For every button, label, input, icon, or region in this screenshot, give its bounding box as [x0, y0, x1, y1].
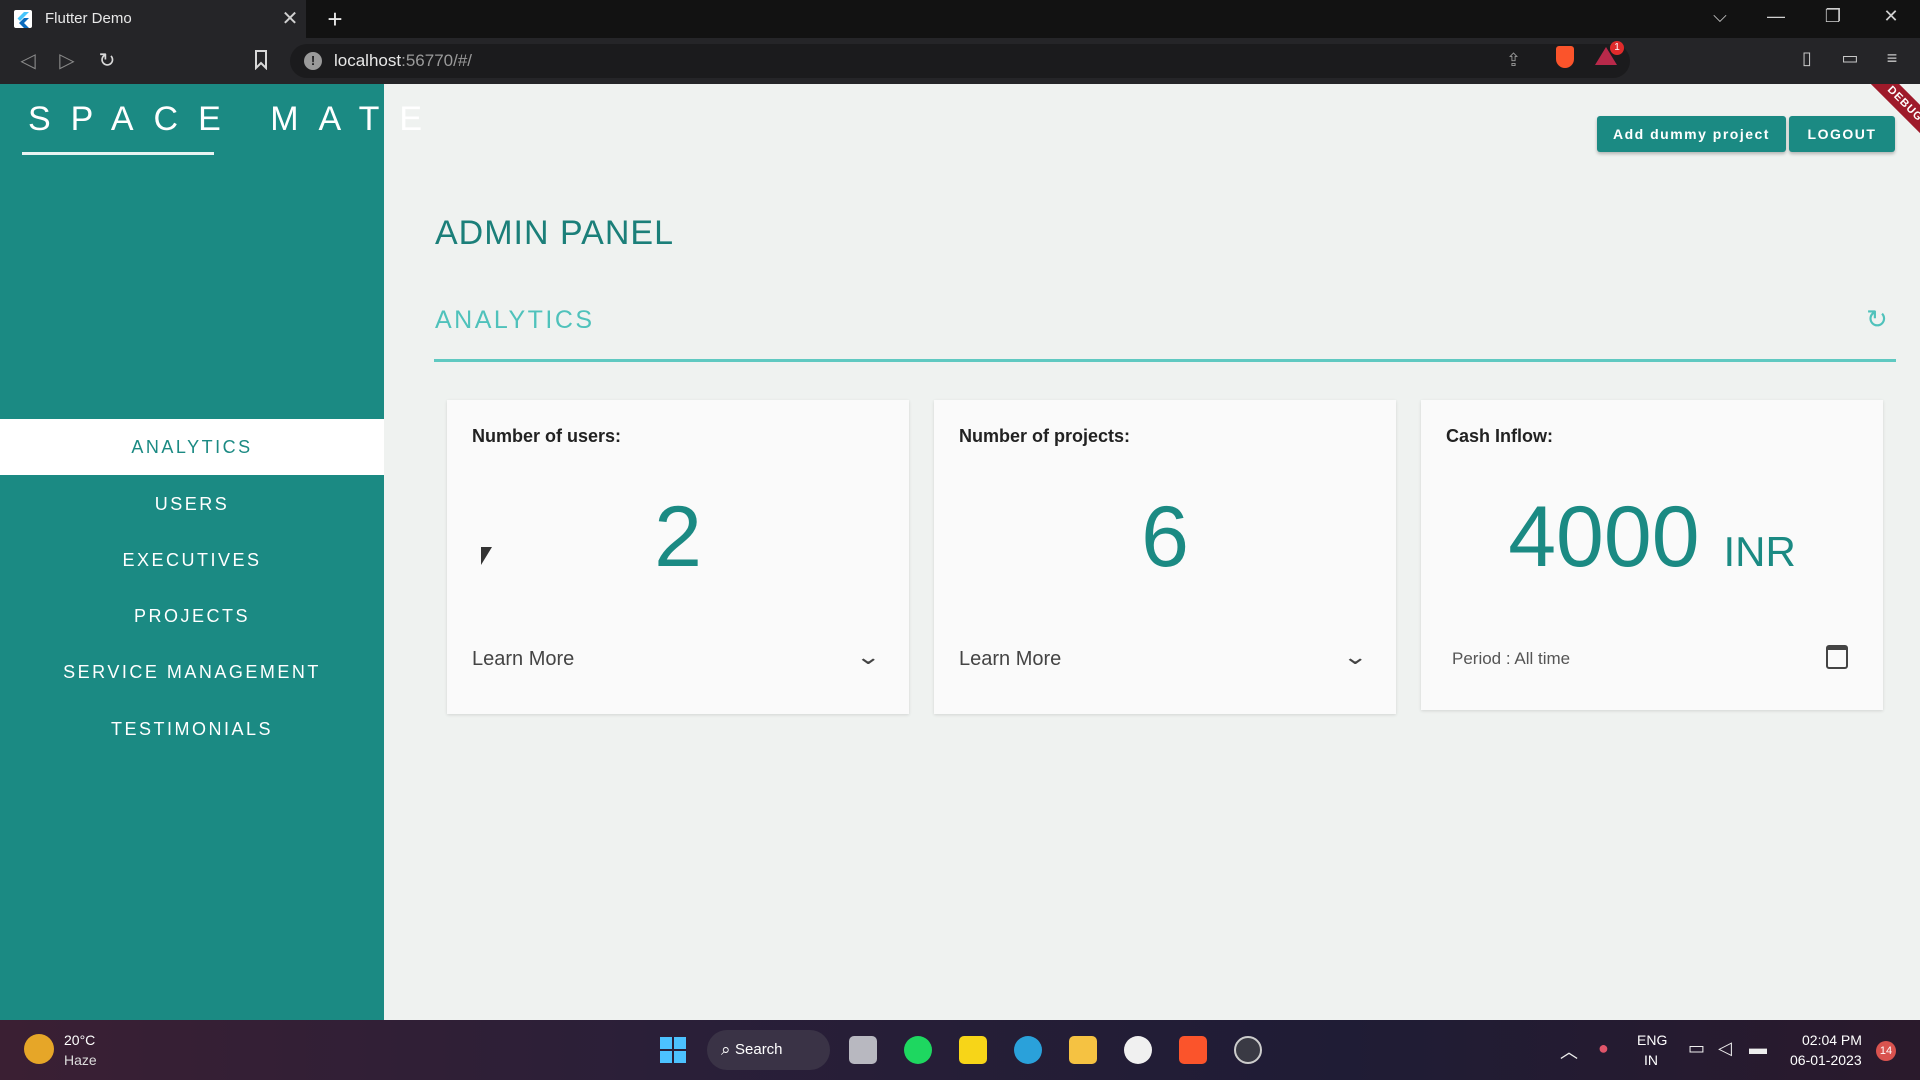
menu-icon[interactable]: ≡	[1880, 48, 1904, 69]
users-count: 2	[654, 489, 702, 585]
projects-count: 6	[1141, 489, 1189, 585]
card-label: Number of users:	[472, 426, 622, 446]
logout-button[interactable]: LOGOUT	[1789, 116, 1895, 152]
new-tab-button[interactable]: +	[320, 4, 350, 35]
wallet-icon[interactable]: ▭	[1838, 48, 1862, 69]
mouse-cursor	[481, 547, 492, 565]
sidebar-item-projects[interactable]: PROJECTS	[0, 588, 384, 644]
clock-time[interactable]: 02:04 PM	[1802, 1032, 1862, 1048]
brave-browser-icon[interactable]	[1179, 1036, 1207, 1064]
clock-date[interactable]: 06-01-2023	[1790, 1052, 1862, 1068]
projects-card: Number of projects: 6 Learn More ⌄	[934, 400, 1396, 714]
telegram-icon[interactable]	[1014, 1036, 1042, 1064]
card-label: Cash Inflow:	[1446, 426, 1553, 446]
weather-description[interactable]: Haze	[64, 1052, 97, 1068]
weather-icon[interactable]	[24, 1034, 54, 1064]
calendar-icon[interactable]	[1826, 645, 1848, 669]
app-logo: SPACE MATE	[28, 100, 443, 138]
task-view-icon[interactable]	[849, 1036, 877, 1064]
language-indicator[interactable]: ENG	[1637, 1032, 1667, 1048]
windows-taskbar: 20°C Haze ⌕ Search ︿ ● ENG IN ▭ ◁ ▬ 02:04…	[0, 1020, 1920, 1080]
notification-badge[interactable]: 14	[1876, 1041, 1896, 1061]
section-divider	[434, 359, 1896, 362]
currency-unit: INR	[1723, 528, 1796, 575]
refresh-icon[interactable]: ↻	[1866, 304, 1888, 335]
brave-shields-icon[interactable]	[1556, 46, 1574, 68]
page-title: ADMIN PANEL	[435, 214, 674, 252]
learn-more-link[interactable]: Learn More	[472, 648, 574, 671]
back-icon[interactable]: ◁	[15, 48, 41, 73]
sidebar: SPACE MATE ANALYTICS USERS EXECUTIVES PR…	[0, 84, 422, 1020]
taskbar-search[interactable]: ⌕ Search	[707, 1030, 830, 1070]
close-window-icon[interactable]: ✕	[1876, 6, 1906, 27]
period-label: Period : All time	[1452, 649, 1571, 668]
section-title: ANALYTICS	[435, 306, 595, 334]
url-text[interactable]: localhost:56770/#/	[334, 51, 472, 71]
cash-inflow-value: 4000 INR	[1508, 489, 1796, 585]
obs-icon[interactable]	[1234, 1036, 1262, 1064]
weather-temperature[interactable]: 20°C	[64, 1032, 95, 1048]
file-explorer-icon[interactable]	[1069, 1036, 1097, 1064]
sticky-notes-icon[interactable]	[959, 1036, 987, 1064]
minimize-icon[interactable]: —	[1761, 6, 1791, 27]
bookmark-icon[interactable]	[254, 50, 268, 70]
restore-icon[interactable]: ❐	[1818, 6, 1848, 27]
card-label: Number of projects:	[959, 426, 1131, 446]
tab-search-icon[interactable]: ⌵	[1705, 6, 1735, 27]
rewards-badge: 1	[1610, 41, 1624, 55]
app-viewport: SPACE MATE ANALYTICS USERS EXECUTIVES PR…	[0, 84, 1920, 1020]
sidebar-toggle-icon[interactable]: ▯	[1795, 48, 1819, 69]
spotify-icon[interactable]	[904, 1036, 932, 1064]
tab-title: Flutter Demo	[45, 10, 132, 27]
browser-toolbar: ◁ ▷ ↻ ! localhost:56770/#/ ⇪ 1 ▯ ▭ ≡	[0, 38, 1920, 84]
logo-underline	[22, 152, 214, 155]
network-icon[interactable]: ▭	[1688, 1038, 1705, 1059]
address-bar[interactable]: ! localhost:56770/#/ ⇪	[290, 44, 1630, 78]
flutter-logo-icon	[14, 10, 32, 28]
app-icon[interactable]	[1124, 1036, 1152, 1064]
region-indicator[interactable]: IN	[1644, 1052, 1658, 1068]
volume-icon[interactable]: ◁	[1718, 1038, 1732, 1059]
sidebar-item-executives[interactable]: EXECUTIVES	[0, 532, 384, 588]
battery-icon[interactable]: ▬	[1749, 1038, 1767, 1059]
sidebar-item-analytics[interactable]: ANALYTICS	[0, 419, 384, 475]
browser-tab-strip: Flutter Demo ✕ + ⌵ — ❐ ✕	[0, 0, 1920, 38]
tab-close-icon[interactable]: ✕	[280, 6, 300, 31]
browser-tab[interactable]: Flutter Demo ✕	[0, 0, 306, 38]
sidebar-item-users[interactable]: USERS	[0, 476, 384, 532]
sidebar-item-service-management[interactable]: SERVICE MANAGEMENT	[0, 644, 384, 700]
cash-inflow-card: Cash Inflow: 4000 INR Period : All time	[1421, 400, 1883, 710]
forward-icon[interactable]: ▷	[54, 48, 80, 73]
learn-more-link[interactable]: Learn More	[959, 648, 1061, 671]
search-icon: ⌕	[721, 1040, 731, 1059]
tray-overflow-icon[interactable]: ︿	[1560, 1038, 1578, 1064]
add-dummy-project-button[interactable]: Add dummy project	[1597, 116, 1786, 152]
users-card: Number of users: 2 Learn More ⌄	[447, 400, 909, 714]
share-icon[interactable]: ⇪	[1506, 50, 1521, 71]
sidebar-item-testimonials[interactable]: TESTIMONIALS	[0, 701, 384, 757]
chevron-down-icon[interactable]: ⌄	[1342, 644, 1368, 670]
chevron-down-icon[interactable]: ⌄	[855, 644, 881, 670]
reload-icon[interactable]: ↻	[94, 48, 120, 73]
site-info-icon[interactable]: !	[304, 52, 322, 70]
windows-start-icon[interactable]	[659, 1036, 687, 1064]
microphone-icon[interactable]: ●	[1598, 1038, 1609, 1059]
